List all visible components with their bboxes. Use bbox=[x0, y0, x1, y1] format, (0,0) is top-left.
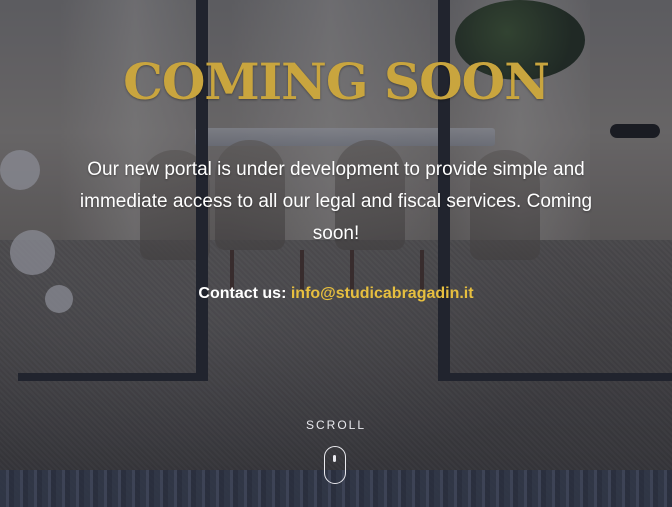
mouse-wheel bbox=[333, 455, 336, 462]
hero-section: COMING SOON Our new portal is under deve… bbox=[0, 0, 672, 507]
contact-line: Contact us: info@studicabragadin.it bbox=[0, 285, 672, 303]
hero-message: Our new portal is under development to p… bbox=[79, 159, 593, 244]
contact-email-link[interactable]: info@studicabragadin.it bbox=[291, 285, 474, 302]
contact-label: Contact us: bbox=[198, 285, 287, 302]
scroll-label: SCROLL bbox=[305, 418, 367, 432]
coming-soon-title: COMING SOON bbox=[123, 52, 550, 111]
mouse-icon[interactable] bbox=[324, 446, 346, 484]
